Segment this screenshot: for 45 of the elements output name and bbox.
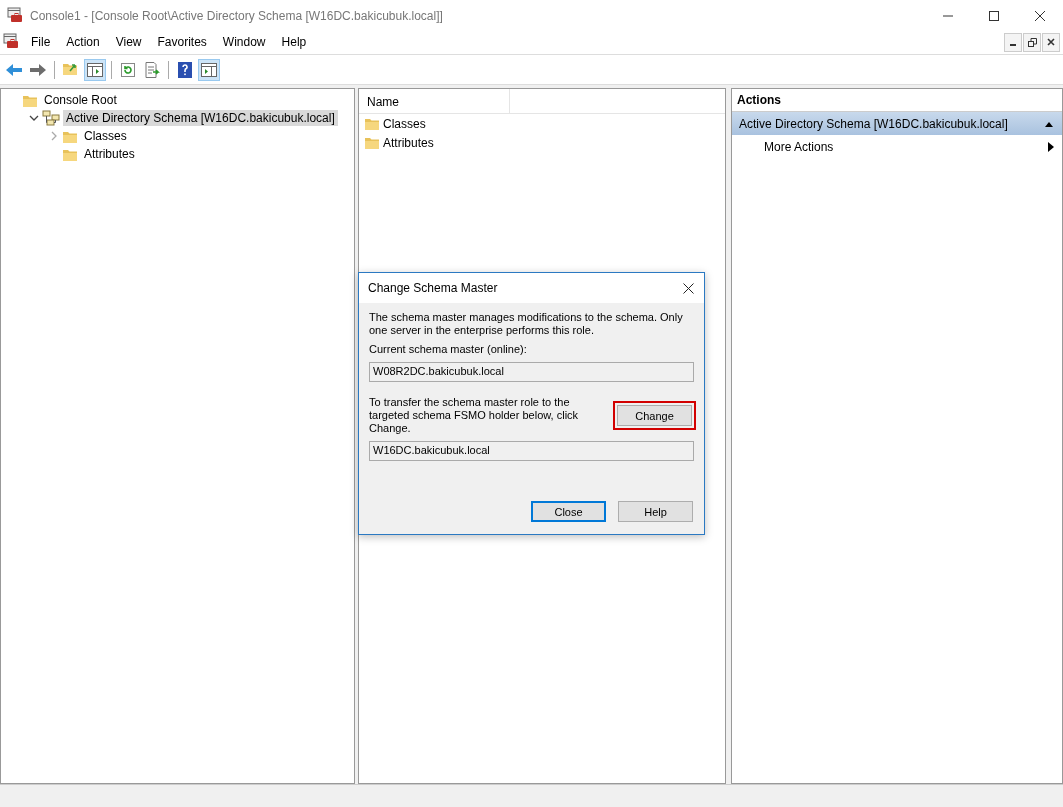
schema-snapin-icon bbox=[42, 110, 60, 126]
menu-item[interactable]: Action bbox=[58, 35, 108, 49]
pane-toggle-icon bbox=[86, 60, 104, 79]
menu-item[interactable]: Window bbox=[214, 35, 274, 49]
window-title: Console1 - [Console Root\Active Directory Schema [W16DC.bakicubuk.local]] bbox=[30, 9, 444, 23]
folder-icon bbox=[364, 116, 380, 131]
menu-item[interactable]: Favorites bbox=[149, 35, 215, 49]
instruction-text: To transfer the schema master role to the targeted schema FSMO holder below, click Change. bbox=[369, 396, 580, 435]
dialog-title: Change Schema Master bbox=[368, 281, 498, 295]
child-minimize-button[interactable] bbox=[1004, 32, 1022, 52]
restore-icon bbox=[1027, 37, 1037, 47]
console-icon bbox=[7, 6, 23, 23]
tree-item[interactable]: Active Directory Schema [W16DC.bakicubuk.local] bbox=[63, 110, 338, 126]
close-button[interactable] bbox=[683, 282, 694, 294]
dialog-button[interactable]: Close bbox=[531, 501, 606, 522]
current-master-field: W08R2DC.bakicubuk.local bbox=[369, 362, 694, 382]
change-button[interactable]: Change bbox=[617, 405, 692, 426]
child-close-button[interactable] bbox=[1042, 32, 1060, 52]
column-header[interactable]: Name bbox=[359, 89, 510, 113]
help-icon bbox=[176, 60, 194, 79]
folder-icon bbox=[364, 135, 380, 150]
close-icon bbox=[1047, 38, 1055, 46]
toolbar-button[interactable] bbox=[84, 58, 106, 81]
list-item[interactable]: Attributes bbox=[383, 135, 434, 150]
dialog-button[interactable]: Help bbox=[618, 501, 693, 522]
refresh-icon bbox=[119, 60, 137, 79]
description-text: The schema master manages modifications to the schema. Only one server in the enterprise performs this role. bbox=[369, 311, 684, 337]
toolbar-button[interactable] bbox=[198, 58, 220, 81]
list-item[interactable]: Classes bbox=[383, 116, 426, 131]
tree-item[interactable]: Console Root bbox=[41, 92, 120, 108]
field-label: Current schema master (online): bbox=[369, 343, 528, 356]
pane-toggle-icon bbox=[200, 60, 218, 79]
child-restore-button[interactable] bbox=[1023, 32, 1041, 52]
close-icon[interactable] bbox=[1034, 10, 1046, 22]
action-item[interactable]: More Actions bbox=[764, 140, 834, 154]
target-master-field: W16DC.bakicubuk.local bbox=[369, 441, 694, 461]
tree-item[interactable]: Classes bbox=[81, 128, 130, 144]
menu-item[interactable]: Help bbox=[273, 35, 315, 49]
menu-item[interactable]: View bbox=[107, 35, 150, 49]
export-list-icon bbox=[143, 60, 161, 79]
actions-group-header[interactable]: Active Directory Schema [W16DC.bakicubuk.local] bbox=[732, 112, 1062, 135]
console-icon bbox=[3, 32, 19, 49]
tree-item[interactable]: Attributes bbox=[81, 146, 138, 162]
maximize-icon[interactable] bbox=[988, 10, 1000, 22]
menu-item[interactable]: File bbox=[23, 35, 59, 49]
